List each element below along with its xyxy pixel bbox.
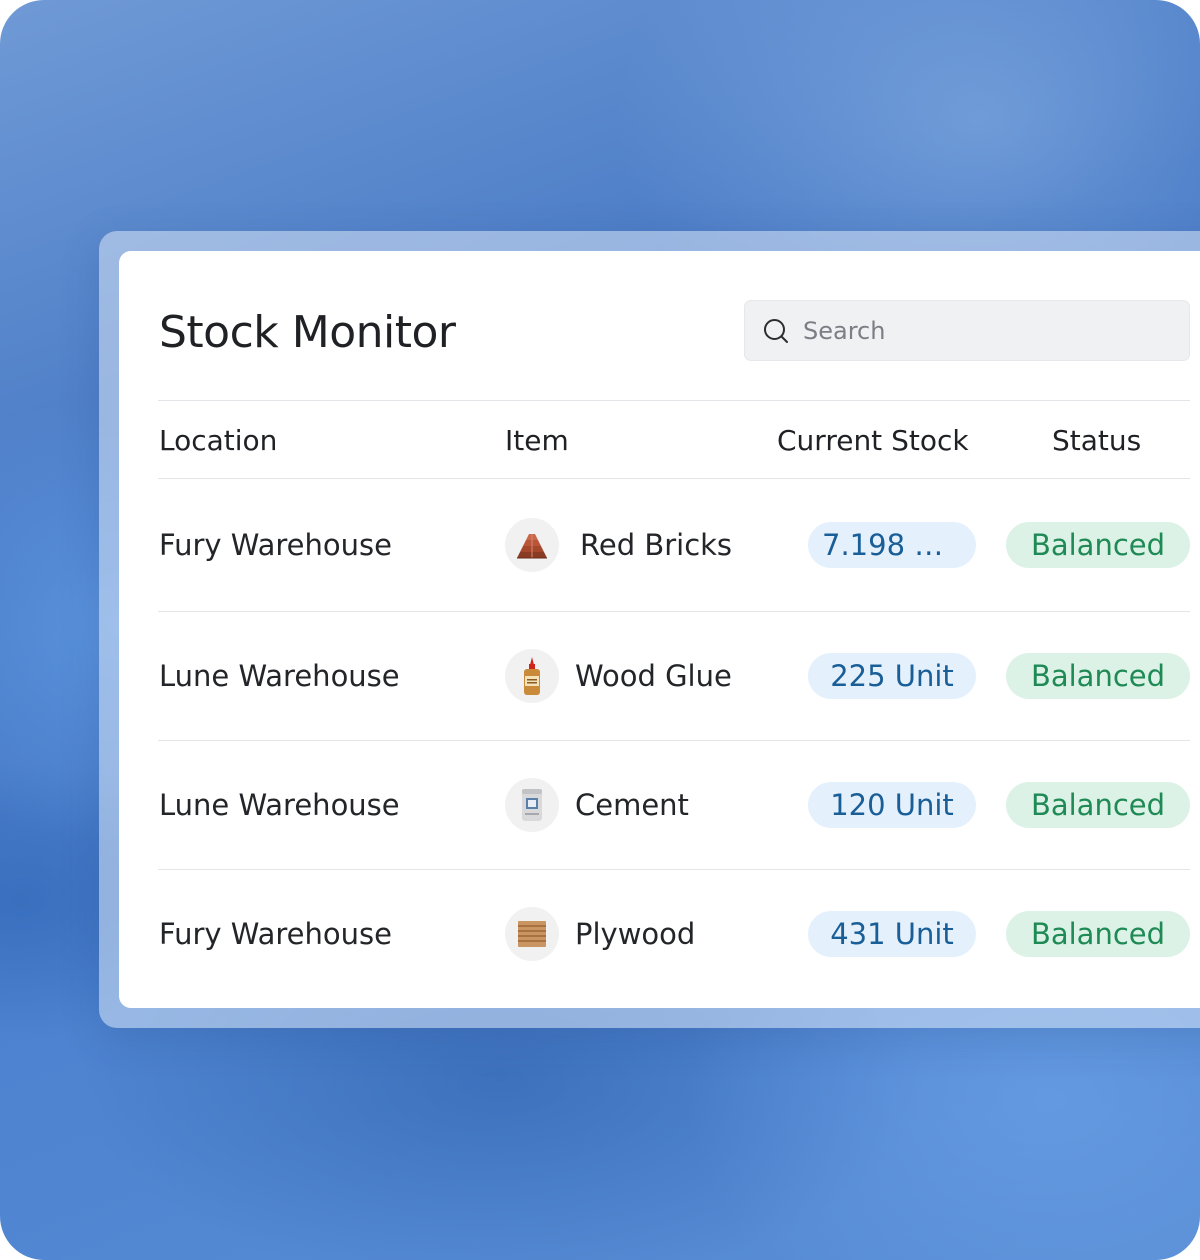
stock-monitor-panel: Stock Monitor Location Item Current Stoc… [119, 251, 1200, 1008]
location-cell: Fury Warehouse [159, 528, 392, 562]
divider [158, 400, 1190, 401]
column-header-location[interactable]: Location [159, 421, 277, 461]
item-name: Cement [575, 788, 689, 822]
search-icon [764, 319, 788, 343]
status-badge: Balanced [1006, 522, 1190, 568]
search-box[interactable] [744, 300, 1190, 361]
wood-glue-icon [505, 649, 559, 703]
cement-icon [505, 778, 559, 832]
status-badge: Balanced [1006, 782, 1190, 828]
stock-badge: 7.198 U... [808, 522, 976, 568]
location-cell: Lune Warehouse [159, 659, 400, 693]
search-input[interactable] [803, 301, 1173, 360]
column-header-current-stock[interactable]: Current Stock [777, 421, 969, 461]
red-bricks-icon [505, 518, 559, 572]
divider [158, 478, 1190, 479]
item-name: Red Bricks [580, 528, 733, 562]
location-cell: Lune Warehouse [159, 788, 400, 822]
status-badge: Balanced [1006, 653, 1190, 699]
location-cell: Fury Warehouse [159, 917, 392, 951]
item-name: Plywood [575, 917, 696, 951]
divider [158, 611, 1190, 612]
divider [158, 869, 1190, 870]
stock-badge: 225 Unit [808, 653, 976, 699]
status-badge: Balanced [1006, 911, 1190, 957]
page-title: Stock Monitor [159, 307, 456, 358]
divider [158, 740, 1190, 741]
stock-badge: 431 Unit [808, 911, 976, 957]
column-header-item[interactable]: Item [505, 421, 569, 461]
stock-badge: 120 Unit [808, 782, 976, 828]
column-header-status[interactable]: Status [1052, 421, 1141, 461]
item-name: Wood Glue [575, 659, 732, 693]
plywood-icon [505, 907, 559, 961]
